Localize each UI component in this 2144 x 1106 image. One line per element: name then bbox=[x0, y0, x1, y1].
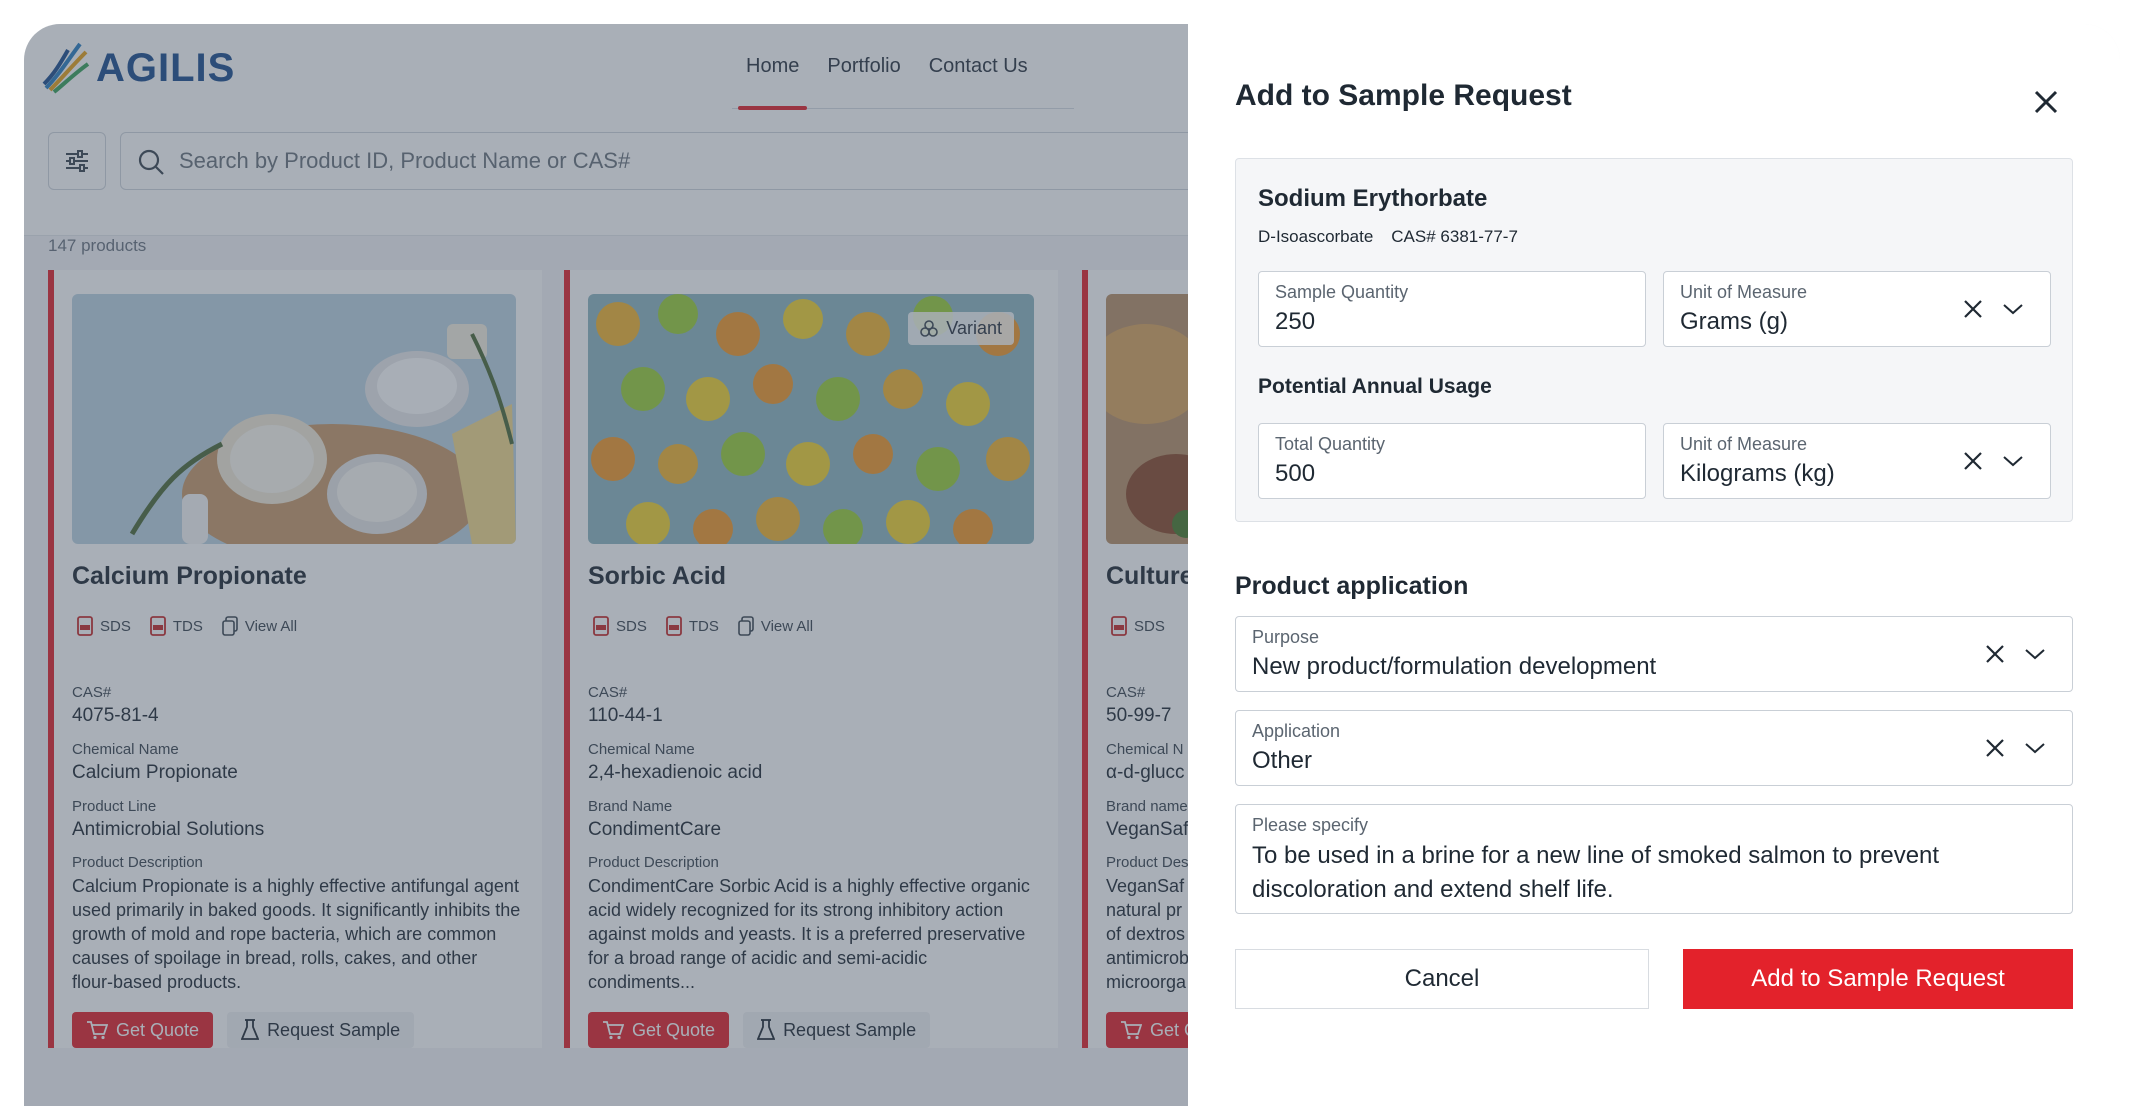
sample-quantity-field[interactable]: Sample Quantity 250 bbox=[1258, 271, 1646, 347]
sample-uom-select[interactable]: Unit of Measure Grams (g) bbox=[1663, 271, 2051, 347]
product-alt-name: D-Isoascorbate bbox=[1258, 227, 1374, 246]
application-select[interactable]: Application Other bbox=[1235, 710, 2073, 786]
modal-backdrop[interactable] bbox=[24, 24, 1188, 1106]
annual-uom-select[interactable]: Unit of Measure Kilograms (kg) bbox=[1663, 423, 2051, 499]
chevron-down-icon[interactable] bbox=[2022, 735, 2048, 761]
chevron-down-icon[interactable] bbox=[2000, 448, 2026, 474]
clear-icon[interactable] bbox=[1960, 296, 1986, 322]
product-meta: D-Isoascorbate CAS# 6381-77-7 bbox=[1258, 227, 1518, 247]
cancel-button[interactable]: Cancel bbox=[1235, 949, 1649, 1009]
clear-icon[interactable] bbox=[1960, 448, 1986, 474]
clear-icon[interactable] bbox=[1982, 735, 2008, 761]
clear-icon[interactable] bbox=[1982, 641, 2008, 667]
total-quantity-field[interactable]: Total Quantity 500 bbox=[1258, 423, 1646, 499]
product-application-heading: Product application bbox=[1235, 572, 1469, 600]
annual-usage-heading: Potential Annual Usage bbox=[1258, 375, 1492, 398]
chevron-down-icon[interactable] bbox=[2000, 296, 2026, 322]
drawer-title: Add to Sample Request bbox=[1235, 79, 1572, 112]
purpose-select[interactable]: Purpose New product/formulation developm… bbox=[1235, 616, 2073, 692]
add-to-sample-request-button[interactable]: Add to Sample Request bbox=[1683, 949, 2073, 1009]
close-icon bbox=[2034, 90, 2058, 114]
product-summary-box: Sodium Erythorbate D-Isoascorbate CAS# 6… bbox=[1235, 158, 2073, 522]
please-specify-textarea[interactable]: Please specify To be used in a brine for… bbox=[1235, 804, 2073, 914]
product-cas: CAS# 6381-77-7 bbox=[1391, 227, 1518, 246]
product-name: Sodium Erythorbate bbox=[1258, 185, 1488, 212]
close-button[interactable] bbox=[2026, 82, 2066, 122]
chevron-down-icon[interactable] bbox=[2022, 641, 2048, 667]
app-window: AGILIS Home Portfolio Contact Us Search … bbox=[24, 24, 2120, 1106]
sample-request-drawer: Add to Sample Request Sodium Erythorbate… bbox=[1188, 24, 2120, 1106]
